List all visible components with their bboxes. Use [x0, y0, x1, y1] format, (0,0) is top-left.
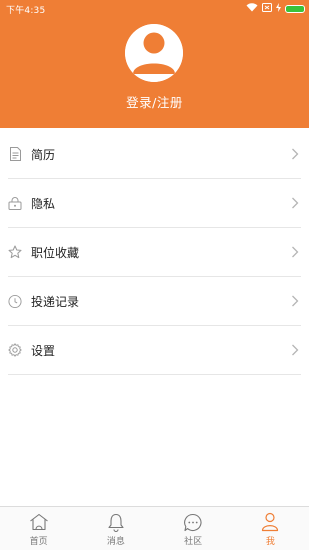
- tab-label: 首页: [29, 537, 48, 547]
- chevron-right-icon: [292, 295, 299, 307]
- charging-icon: [276, 3, 281, 15]
- chevron-right-icon: [292, 246, 299, 258]
- status-icons: [246, 3, 305, 15]
- menu-item-label: 职位收藏: [31, 245, 80, 260]
- tab-me[interactable]: 我: [232, 507, 309, 550]
- chevron-right-icon: [292, 344, 299, 356]
- bottom-tab-bar: 首页 消息 社区 我: [0, 506, 309, 550]
- chat-bubble-icon: [182, 512, 204, 532]
- menu-item-label: 简历: [31, 147, 56, 162]
- tab-label: 社区: [184, 537, 203, 547]
- menu-item-job-favorites[interactable]: 职位收藏: [8, 228, 301, 277]
- tab-label: 我: [265, 537, 275, 547]
- home-icon: [28, 512, 50, 532]
- menu-item-label: 投递记录: [31, 294, 80, 309]
- menu-item-privacy[interactable]: 隐私: [8, 179, 301, 228]
- gear-icon: [8, 343, 22, 357]
- menu-item-resume[interactable]: 简历: [8, 130, 301, 179]
- tab-community[interactable]: 社区: [155, 507, 232, 550]
- login-register-link[interactable]: 登录/注册: [0, 92, 309, 111]
- avatar[interactable]: [125, 24, 183, 82]
- menu-item-settings[interactable]: 设置: [8, 326, 301, 375]
- menu-item-application-records[interactable]: 投递记录: [8, 277, 301, 326]
- tab-home[interactable]: 首页: [0, 507, 77, 550]
- battery-icon: [285, 5, 305, 13]
- menu-item-label: 隐私: [31, 196, 56, 211]
- user-icon: [259, 512, 281, 532]
- clock-icon: [8, 294, 22, 308]
- bell-icon: [105, 512, 127, 532]
- profile-menu: 简历 隐私 职位收藏 投递记录 设置: [0, 130, 309, 375]
- wifi-icon: [246, 3, 258, 15]
- sim-icon: [262, 3, 272, 15]
- star-icon: [8, 245, 22, 259]
- status-time: 下午4:35: [6, 6, 46, 16]
- chevron-right-icon: [292, 197, 299, 209]
- default-user-avatar-icon: [125, 24, 183, 82]
- tab-label: 消息: [106, 537, 125, 547]
- status-bar: 下午4:35: [0, 0, 309, 18]
- resume-document-icon: [8, 147, 22, 161]
- privacy-lock-icon: [8, 196, 22, 210]
- profile-header: 下午4:35 登录/注册: [0, 0, 309, 128]
- chevron-right-icon: [292, 148, 299, 160]
- tab-messages[interactable]: 消息: [77, 507, 154, 550]
- menu-item-label: 设置: [31, 343, 56, 358]
